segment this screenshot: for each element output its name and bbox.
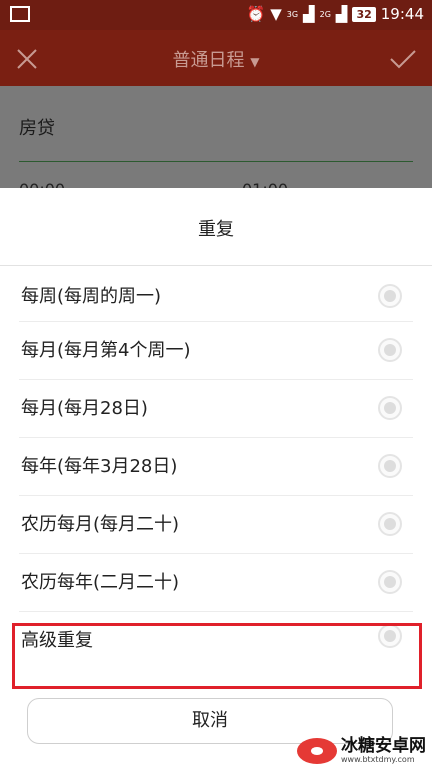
title-underline [19,161,413,162]
watermark-url: www.btxtdmy.com [341,755,415,764]
event-form: 房贷 00:00 01:00 [0,86,432,199]
radio-button[interactable] [378,284,402,308]
radio-button[interactable] [378,396,402,420]
repeat-options-list: 每周(每周的周一) 每月(每月第4个周一) 每月(每月28日) 每年(每年3月2… [0,266,432,684]
repeat-bottom-sheet: 重复 每周(每周的周一) 每月(每月第4个周一) 每月(每月28日) 每年(每年… [0,188,432,768]
network-2g-label: 2G [319,9,331,19]
option-label: 农历每月(每月二十) [21,514,180,535]
watermark: 冰糖安卓网 www.btxtdmy.com [297,737,426,764]
highlight-box [12,623,422,689]
alarm-icon: ⏰ [246,5,266,23]
schedule-type-label: 普通日程 [172,50,245,71]
gallery-icon [10,6,30,22]
signal-icon-2: ▟ [335,5,348,23]
radio-button[interactable] [378,338,402,362]
app-toolbar: 普通日程 ▼ [0,30,432,86]
battery-indicator: 32 [352,6,376,22]
option-label: 农历每年(二月二十) [21,572,180,593]
option-label: 每年(每年3月28日) [21,456,178,477]
repeat-option-lunar-yearly[interactable]: 农历每年(二月二十) [0,554,432,612]
signal-icon: ▟ [303,5,315,23]
wifi-icon: ▼ [270,5,282,23]
radio-button[interactable] [378,454,402,478]
status-bar: ⏰ ▼ 3G ▟ 2G ▟ 32 19:44 [0,0,432,30]
repeat-option-yearly[interactable]: 每年(每年3月28日) [0,438,432,496]
event-title-field[interactable]: 房贷 [19,114,55,140]
option-label: 每周(每周的周一) [21,286,162,307]
repeat-option-monthly-weekday[interactable]: 每月(每月第4个周一) [0,322,432,380]
check-icon[interactable] [388,44,418,74]
schedule-type-dropdown[interactable]: 普通日程 ▼ [0,46,432,72]
watermark-logo-icon [297,737,337,764]
status-icons: ⏰ ▼ 3G ▟ 2G ▟ 32 19:44 [247,5,424,23]
radio-button[interactable] [378,512,402,536]
network-3g-label: 3G [286,9,299,19]
watermark-text: 冰糖安卓网 [341,736,426,756]
sheet-title: 重复 [198,219,234,240]
radio-button[interactable] [378,570,402,594]
repeat-option-weekly[interactable]: 每周(每周的周一) [0,266,432,322]
option-label: 每月(每月第4个周一) [21,340,191,361]
clock: 19:44 [380,5,424,23]
repeat-option-lunar-monthly[interactable]: 农历每月(每月二十) [0,496,432,554]
option-label: 每月(每月28日) [21,398,148,419]
chevron-down-icon: ▼ [250,55,260,69]
repeat-option-monthly-date[interactable]: 每月(每月28日) [0,380,432,438]
